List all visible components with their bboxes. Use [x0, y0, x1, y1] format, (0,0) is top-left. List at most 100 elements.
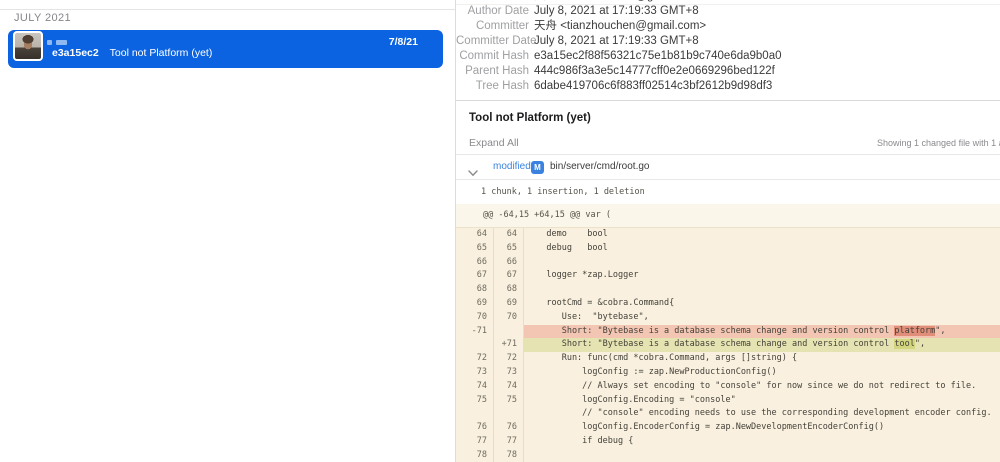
- diff-line-text: Use: "bytebase",: [524, 311, 1000, 325]
- details-row: Parent Hash444c986f3a3e5c14777cff0e2e066…: [456, 64, 1000, 79]
- details-row: Committer Date July 8, 2021 at 17:19:33 G…: [456, 34, 1000, 49]
- line-number-old: 75: [456, 394, 494, 408]
- commit-details-panel[interactable]: Author天舟 <tianzhouchen@gmail.com>Author …: [455, 0, 1000, 462]
- commit-list-panel[interactable]: JULY 2021 7/8/21 e3a15ec2 Tool not Platf…: [0, 0, 455, 462]
- line-number-old: 66: [456, 256, 494, 270]
- detail-value: e3a15ec2f88f56321c75e1b81b9c740e6da9b0a0: [534, 49, 782, 64]
- file-header-row[interactable]: modified M bin/server/cmd/root.go: [456, 154, 1000, 180]
- diff-row: 7272 Run: func(cmd *cobra.Command, args …: [456, 352, 1000, 366]
- line-number-old: [456, 338, 494, 352]
- file-status: modified: [493, 161, 531, 172]
- line-number-new: 69: [494, 297, 524, 311]
- detail-value: 天舟 <tianzhouchen@gmail.com>: [534, 19, 706, 34]
- word-diff-highlight: tool: [894, 339, 914, 349]
- diff-row: 6868: [456, 283, 1000, 297]
- detail-label: Parent Hash: [456, 64, 529, 79]
- diff-line-text: logConfig.EncoderConfig = zap.NewDevelop…: [524, 421, 1000, 435]
- expand-all-button[interactable]: Expand All: [469, 137, 519, 149]
- detail-value: July 8, 2021 at 17:19:33 GMT+8: [534, 34, 699, 49]
- line-number-new: 77: [494, 435, 524, 449]
- commit-date: 7/8/21: [389, 36, 418, 48]
- diff-row: 6666: [456, 256, 1000, 270]
- diff-line-text: debug bool: [524, 242, 1000, 256]
- hunk-header: @@ -64,15 +64,15 @@ var (: [456, 204, 1000, 228]
- details-row: Commit Hash e3a15ec2f88f56321c75e1b81b9c7…: [456, 49, 1000, 64]
- diff-row: 7474 // Always set encoding to "console"…: [456, 380, 1000, 394]
- line-number-new: 65: [494, 242, 524, 256]
- line-number-old: 77: [456, 435, 494, 449]
- section-divider: [0, 9, 455, 10]
- diff-line-text: // Always set encoding to "console" for …: [524, 380, 1000, 394]
- details-row: Committer天舟 <tianzhouchen@gmail.com>: [456, 19, 1000, 34]
- diff-row: 6464 demo bool: [456, 228, 1000, 242]
- chevron-down-icon[interactable]: [468, 164, 478, 171]
- detail-label: Commit Hash: [456, 49, 529, 64]
- commit-list-item-selected[interactable]: 7/8/21 e3a15ec2 Tool not Platform (yet): [8, 30, 443, 68]
- diff-line-text: Short: "Bytebase is a database schema ch…: [524, 325, 1000, 339]
- word-diff-highlight: platform: [894, 326, 935, 336]
- line-number-old: 65: [456, 242, 494, 256]
- line-number-new: +71: [494, 338, 524, 352]
- line-number-new: 72: [494, 352, 524, 366]
- diff-line-text: logConfig := zap.NewProductionConfig(): [524, 366, 1000, 380]
- diff-line-text: logConfig.Encoding = "console": [524, 394, 1000, 408]
- diff-row: // "console" encoding needs to use the c…: [456, 407, 1000, 421]
- section-divider: [456, 100, 1000, 101]
- diff-row: 6969 rootCmd = &cobra.Command{: [456, 297, 1000, 311]
- line-number-old: 70: [456, 311, 494, 325]
- diff-line-text: if debug {: [524, 435, 1000, 449]
- line-number-new: 78: [494, 449, 524, 462]
- line-number-new: 74: [494, 380, 524, 394]
- line-number-new: [494, 407, 524, 421]
- line-number-old: 69: [456, 297, 494, 311]
- diff-view: @@ -64,15 +64,15 @@ var ( 6464 demo bool…: [456, 204, 1000, 462]
- redacted-author-name: [47, 40, 52, 45]
- diff-row: 6767 logger *zap.Logger: [456, 269, 1000, 283]
- line-number-new: [494, 325, 524, 339]
- line-number-old: 78: [456, 449, 494, 462]
- git-client-window: JULY 2021 7/8/21 e3a15ec2 Tool not Platf…: [0, 0, 1000, 462]
- detail-label: Committer Date: [456, 34, 529, 49]
- commit-summary: e3a15ec2 Tool not Platform (yet): [52, 47, 212, 59]
- line-number-old: 72: [456, 352, 494, 366]
- line-number-new: 67: [494, 269, 524, 283]
- line-number-new: 70: [494, 311, 524, 325]
- line-number-new: 76: [494, 421, 524, 435]
- diff-row: 6565 debug bool: [456, 242, 1000, 256]
- diff-row: 7676 logConfig.EncoderConfig = zap.NewDe…: [456, 421, 1000, 435]
- diff-line-text: Run: func(cmd *cobra.Command, args []str…: [524, 352, 1000, 366]
- modified-badge: M: [531, 161, 544, 174]
- details-row: Author Date July 8, 2021 at 17:19:33 GMT+…: [456, 4, 1000, 19]
- commit-short-hash: e3a15ec2: [52, 47, 99, 59]
- diff-row: +71 Short: "Bytebase is a database schem…: [456, 338, 1000, 352]
- diff-line-text: [524, 283, 1000, 297]
- detail-label: Author Date: [456, 4, 529, 19]
- detail-value: July 8, 2021 at 17:19:33 GMT+8: [534, 4, 699, 19]
- diff-row: -71 Short: "Bytebase is a database schem…: [456, 325, 1000, 339]
- line-number-old: [456, 407, 494, 421]
- line-number-new: 66: [494, 256, 524, 270]
- diff-line-text: logger *zap.Logger: [524, 269, 1000, 283]
- line-number-new: 73: [494, 366, 524, 380]
- redacted-author-name: [56, 40, 67, 45]
- line-number-old: -71: [456, 325, 494, 339]
- diff-line-text: demo bool: [524, 228, 1000, 242]
- line-number-old: 73: [456, 366, 494, 380]
- chunk-stats: 1 chunk, 1 insertion, 1 deletion: [456, 180, 1000, 204]
- avatar: [13, 31, 43, 61]
- line-number-old: 67: [456, 269, 494, 283]
- line-number-old: 64: [456, 228, 494, 242]
- line-number-old: 74: [456, 380, 494, 394]
- diff-line-text: Short: "Bytebase is a database schema ch…: [524, 338, 1000, 352]
- detail-value: 6dabe419706c6f883ff02514c3bf2612b9d98df3: [534, 79, 772, 94]
- line-number-new: 68: [494, 283, 524, 297]
- diff-lines: 6464 demo bool6565 debug bool66666767 lo…: [456, 228, 1000, 462]
- details-row: Tree Hash6dabe419706c6f883ff02514c3bf261…: [456, 79, 1000, 94]
- diff-line-text: [524, 449, 1000, 462]
- commit-group-header: JULY 2021: [14, 12, 71, 24]
- diff-line-text: // "console" encoding needs to use the c…: [524, 407, 1000, 421]
- line-number-old: 76: [456, 421, 494, 435]
- line-number-new: 75: [494, 394, 524, 408]
- diff-line-text: [524, 256, 1000, 270]
- diff-row: 7373 logConfig := zap.NewProductionConfi…: [456, 366, 1000, 380]
